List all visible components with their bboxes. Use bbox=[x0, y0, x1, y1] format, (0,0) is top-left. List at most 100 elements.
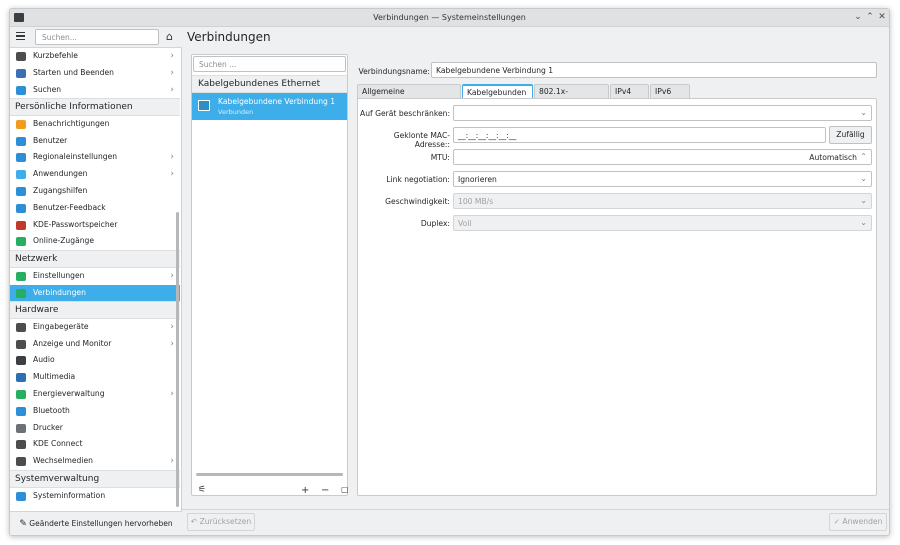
add-connection-button[interactable]: + bbox=[301, 485, 309, 496]
chevron-right-icon: › bbox=[170, 84, 174, 95]
sidebar-item-label: Benachrichtigungen bbox=[33, 118, 110, 128]
search-icon bbox=[16, 85, 26, 95]
phone-icon bbox=[16, 440, 26, 450]
export-connection-button[interactable]: ▢ bbox=[341, 485, 349, 494]
sidebar-item[interactable]: Eingabegeräte › bbox=[10, 319, 180, 336]
sidebar-item-label: Suchen bbox=[33, 84, 62, 94]
tab-2[interactable]: 802.1x-Sicherheit bbox=[534, 84, 609, 110]
sidebar-search-input[interactable]: Suchen... bbox=[35, 29, 159, 45]
chevron-right-icon: › bbox=[170, 338, 174, 349]
connections-search-input[interactable]: Suchen ... bbox=[193, 56, 346, 72]
sidebar-item-label: Verbindungen bbox=[33, 287, 86, 297]
pen-icon: ✎ bbox=[19, 519, 27, 529]
sidebar-item[interactable]: KDE-Passwortspeicher bbox=[10, 217, 180, 234]
link-negotiation-select[interactable]: Ignorieren ⌄ bbox=[453, 171, 872, 187]
highlight-changes-label: Geänderte Einstellungen hervorheben bbox=[29, 519, 173, 528]
category-hardware: Hardware bbox=[10, 301, 180, 319]
sidebar-item[interactable]: Benachrichtigungen bbox=[10, 116, 180, 133]
apply-button[interactable]: ✓ Anwenden bbox=[829, 513, 887, 531]
maximize-button[interactable]: ⌃ bbox=[865, 12, 875, 22]
highlight-changes-button[interactable]: ✎ Geänderte Einstellungen hervorheben bbox=[10, 511, 182, 535]
connection-name-field[interactable]: Kabelgebundene Verbindung 1 bbox=[431, 62, 877, 78]
device-label: Auf Gerät beschränken: bbox=[360, 109, 451, 118]
flag-icon bbox=[16, 153, 26, 163]
tab-4[interactable]: IPv6 bbox=[650, 84, 690, 99]
sidebar-item[interactable]: Systeminformation bbox=[10, 488, 180, 505]
sidebar-item[interactable]: Starten und Beenden › bbox=[10, 65, 180, 82]
device-select[interactable]: ⌄ bbox=[453, 105, 872, 121]
sidebar-item-label: KDE Connect bbox=[33, 439, 83, 449]
speed-select[interactable]: 100 MB/s ⌄ bbox=[453, 193, 872, 209]
sidebar-item-label: Benutzer bbox=[33, 135, 68, 145]
sidebar-item[interactable]: Anzeige und Monitor › bbox=[10, 336, 180, 353]
sidebar-item[interactable]: Verbindungen bbox=[10, 284, 180, 302]
bell-icon bbox=[16, 119, 26, 129]
sidebar-item-label: Eingabegeräte bbox=[33, 321, 89, 331]
connections-scrollbar[interactable] bbox=[196, 473, 343, 476]
mac-address-field[interactable]: __:__:__:__:__:__ bbox=[453, 127, 826, 143]
connections-panel bbox=[191, 54, 348, 496]
connection-name-label: Verbindungsname: bbox=[358, 67, 430, 76]
user-icon bbox=[16, 136, 26, 146]
speed-label: Geschwindigkeit: bbox=[385, 197, 450, 206]
sidebar-item[interactable]: Multimedia bbox=[10, 369, 180, 386]
sidebar-item[interactable]: Audio bbox=[10, 352, 180, 369]
random-mac-button[interactable]: Zufällig bbox=[829, 126, 872, 144]
category-personal: Persönliche Informationen bbox=[10, 98, 180, 116]
sidebar-item[interactable]: Kurzbefehle › bbox=[10, 48, 180, 65]
remove-connection-button[interactable]: − bbox=[321, 485, 329, 496]
minimize-button[interactable]: ⌄ bbox=[853, 12, 863, 22]
home-icon[interactable]: ⌂ bbox=[166, 30, 173, 43]
sidebar-item-label: Anzeige und Monitor bbox=[33, 338, 112, 348]
bluetooth-icon bbox=[16, 406, 26, 416]
sidebar-item-label: Einstellungen bbox=[33, 270, 85, 280]
connection-item[interactable]: Kabelgebundene Verbindung 1 Verbunden bbox=[192, 93, 347, 120]
chevron-down-icon: ⌄ bbox=[860, 196, 867, 205]
close-button[interactable]: ✕ bbox=[877, 12, 887, 22]
sidebar-item[interactable]: Regionaleinstellungen › bbox=[10, 149, 180, 166]
category-admin: Systemverwaltung bbox=[10, 470, 180, 488]
sidebar-item[interactable]: Energieverwaltung › bbox=[10, 386, 180, 403]
sidebar-item[interactable]: KDE Connect bbox=[10, 436, 180, 453]
sidebar-item[interactable]: Benutzer-Feedback bbox=[10, 200, 180, 217]
sidebar-item[interactable]: Wechselmedien › bbox=[10, 453, 180, 470]
sidebar-item[interactable]: Einstellungen › bbox=[10, 268, 180, 285]
sidebar-item-label: Zugangshilfen bbox=[33, 186, 88, 196]
wallet-icon bbox=[16, 220, 26, 230]
sidebar-item[interactable]: Online-Zugänge bbox=[10, 233, 180, 250]
globe-icon bbox=[16, 237, 26, 247]
sidebar-item[interactable]: Anwendungen › bbox=[10, 166, 180, 183]
accessibility-icon bbox=[16, 187, 26, 197]
multimedia-icon bbox=[16, 373, 26, 383]
sidebar-item[interactable]: Drucker bbox=[10, 420, 180, 437]
tab-0[interactable]: Allgemeine Einstellungen bbox=[357, 84, 461, 110]
chevron-right-icon: › bbox=[170, 270, 174, 281]
spin-icon[interactable]: ⌃ bbox=[860, 152, 867, 161]
mac-label: Geklonte MAC-Adresse:: bbox=[393, 131, 450, 149]
hamburger-menu-icon[interactable] bbox=[16, 32, 25, 41]
connections-toolbar: ⚟ + − ▢ bbox=[192, 485, 349, 499]
mtu-spinbox[interactable]: Automatisch ⌃ bbox=[453, 149, 872, 165]
speaker-icon bbox=[16, 356, 26, 366]
monitor-icon bbox=[16, 68, 26, 78]
sidebar-item[interactable]: Zugangshilfen bbox=[10, 183, 180, 200]
reset-button[interactable]: ↶ Zurücksetzen bbox=[187, 513, 255, 531]
sidebar-item[interactable]: Benutzer bbox=[10, 133, 180, 150]
chevron-down-icon: ⌄ bbox=[860, 174, 867, 183]
sidebar-item[interactable]: Suchen › bbox=[10, 82, 180, 99]
sidebar-item-label: Starten und Beenden bbox=[33, 67, 114, 77]
globe-icon bbox=[16, 271, 26, 281]
configure-icon[interactable]: ⚟ bbox=[198, 485, 206, 495]
sidebar-item[interactable]: Bluetooth bbox=[10, 403, 180, 420]
tab-3[interactable]: IPv4 bbox=[610, 84, 649, 99]
sidebar-item-label: Energieverwaltung bbox=[33, 389, 105, 399]
duplex-select[interactable]: Voll ⌄ bbox=[453, 215, 872, 231]
chevron-right-icon: › bbox=[170, 51, 174, 61]
sidebar-item-label: Benutzer-Feedback bbox=[33, 202, 106, 212]
page-footer: ↶ Zurücksetzen ✓ Anwenden bbox=[182, 509, 889, 535]
sidebar-item-label: KDE-Passwortspeicher bbox=[33, 219, 118, 229]
connection-name: Kabelgebundene Verbindung 1 bbox=[218, 97, 336, 106]
sidebar-scrollbar[interactable] bbox=[176, 212, 179, 507]
mtu-label: MTU: bbox=[430, 153, 450, 162]
sidebar-item-label: Multimedia bbox=[33, 372, 76, 382]
